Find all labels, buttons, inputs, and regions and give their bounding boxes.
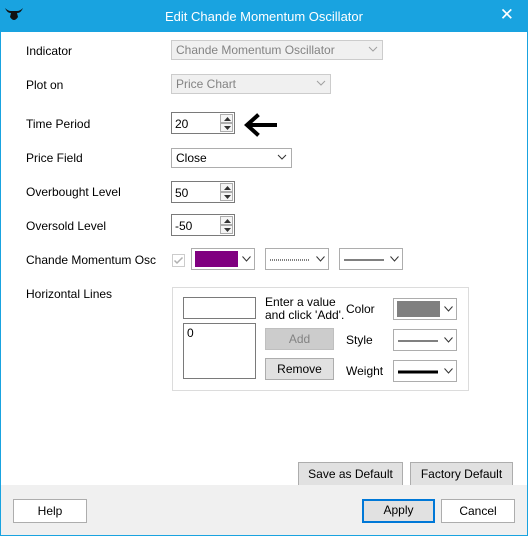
time-period-label: Time Period — [26, 117, 91, 131]
thin-line-icon — [344, 259, 384, 261]
horizontal-lines-group: Enter a value and click 'Add'. 0 Add Rem… — [172, 287, 469, 391]
horizontal-line-value-input[interactable] — [183, 297, 256, 319]
overbought-value: 50 — [175, 186, 189, 200]
spin-down-button[interactable] — [220, 225, 233, 234]
spin-up-button[interactable] — [220, 216, 233, 225]
add-button[interactable]: Add — [265, 328, 334, 350]
oversold-value: -50 — [175, 219, 193, 233]
color-label: Color — [346, 302, 375, 316]
chevron-down-icon — [444, 337, 453, 343]
left-arrow-icon — [244, 113, 277, 137]
time-period-spinner[interactable]: 20 — [171, 112, 235, 134]
chevron-down-icon — [316, 80, 326, 86]
price-field-value: Close — [176, 151, 207, 165]
dialog-window: Edit Chande Momentum Oscillator ✕ Indica… — [0, 0, 528, 536]
overbought-label: Overbought Level — [26, 185, 121, 199]
title-bar[interactable]: Edit Chande Momentum Oscillator ✕ — [0, 0, 528, 32]
chevron-down-icon — [316, 256, 325, 262]
horizontal-line-weight-select[interactable] — [393, 360, 457, 382]
indicator-value: Chande Momentum Oscillator — [176, 43, 335, 57]
overbought-spinner[interactable]: 50 — [171, 181, 235, 203]
cmo-line-weight-select[interactable] — [339, 248, 403, 270]
horizontal-line-style-select[interactable] — [393, 329, 457, 351]
horizontal-line-color-picker[interactable] — [393, 298, 457, 320]
factory-default-button[interactable]: Factory Default — [410, 462, 513, 486]
list-item[interactable]: 0 — [187, 326, 194, 340]
spin-up-button[interactable] — [220, 183, 233, 192]
indicator-label: Indicator — [26, 44, 73, 58]
spin-down-icon — [224, 126, 231, 130]
thick-line-icon — [398, 370, 438, 374]
price-field-label: Price Field — [26, 151, 83, 165]
plot-on-select: Price Chart — [171, 74, 331, 94]
chevron-down-icon — [444, 306, 453, 312]
horizontal-lines-list[interactable]: 0 — [183, 323, 256, 379]
spin-down-icon — [224, 195, 231, 199]
window-title: Edit Chande Momentum Oscillator — [165, 9, 363, 24]
spin-up-button[interactable] — [220, 114, 233, 123]
oversold-label: Oversold Level — [26, 219, 107, 233]
remove-button[interactable]: Remove — [265, 358, 334, 380]
chevron-down-icon — [390, 256, 399, 262]
cmo-visible-checkbox[interactable] — [172, 254, 185, 267]
weight-label: Weight — [346, 364, 384, 378]
save-as-default-button[interactable]: Save as Default — [298, 462, 403, 486]
hint-line-2: and click 'Add'. — [265, 308, 345, 322]
dialog-footer: Help Apply Cancel — [1, 485, 527, 535]
horizontal-line-color-swatch — [397, 301, 440, 317]
spin-down-button[interactable] — [220, 192, 233, 201]
cancel-button[interactable]: Cancel — [441, 499, 515, 523]
time-period-value: 20 — [175, 117, 189, 131]
spin-up-icon — [224, 186, 231, 190]
cmo-line-style-select[interactable] — [265, 248, 329, 270]
apply-button[interactable]: Apply — [362, 499, 435, 523]
spin-up-icon — [224, 117, 231, 121]
chevron-down-icon — [444, 368, 453, 374]
help-button[interactable]: Help — [13, 499, 87, 523]
style-label: Style — [346, 333, 373, 347]
dialog-body: Indicator Chande Momentum Oscillator Plo… — [1, 32, 527, 535]
spin-up-icon — [224, 219, 231, 223]
close-icon[interactable]: ✕ — [500, 6, 514, 23]
solid-line-icon — [398, 340, 438, 342]
indicator-select: Chande Momentum Oscillator — [171, 40, 383, 60]
spin-down-icon — [224, 228, 231, 232]
chevron-down-icon — [277, 154, 287, 160]
horizontal-lines-label: Horizontal Lines — [26, 287, 113, 301]
plot-on-label: Plot on — [26, 78, 64, 92]
dotted-line-icon — [270, 259, 310, 261]
spin-down-button[interactable] — [220, 123, 233, 132]
cmo-label: Chande Momentum Osc — [26, 253, 157, 267]
horizontal-line-hint: Enter a value and click 'Add'. — [265, 296, 344, 322]
oversold-spinner[interactable]: -50 — [171, 214, 235, 236]
chevron-down-icon — [242, 256, 251, 262]
cmo-color-picker[interactable] — [191, 248, 255, 270]
plot-on-value: Price Chart — [176, 77, 237, 91]
chevron-down-icon — [368, 46, 378, 52]
price-field-select[interactable]: Close — [171, 148, 292, 168]
cmo-color-swatch — [195, 251, 238, 267]
